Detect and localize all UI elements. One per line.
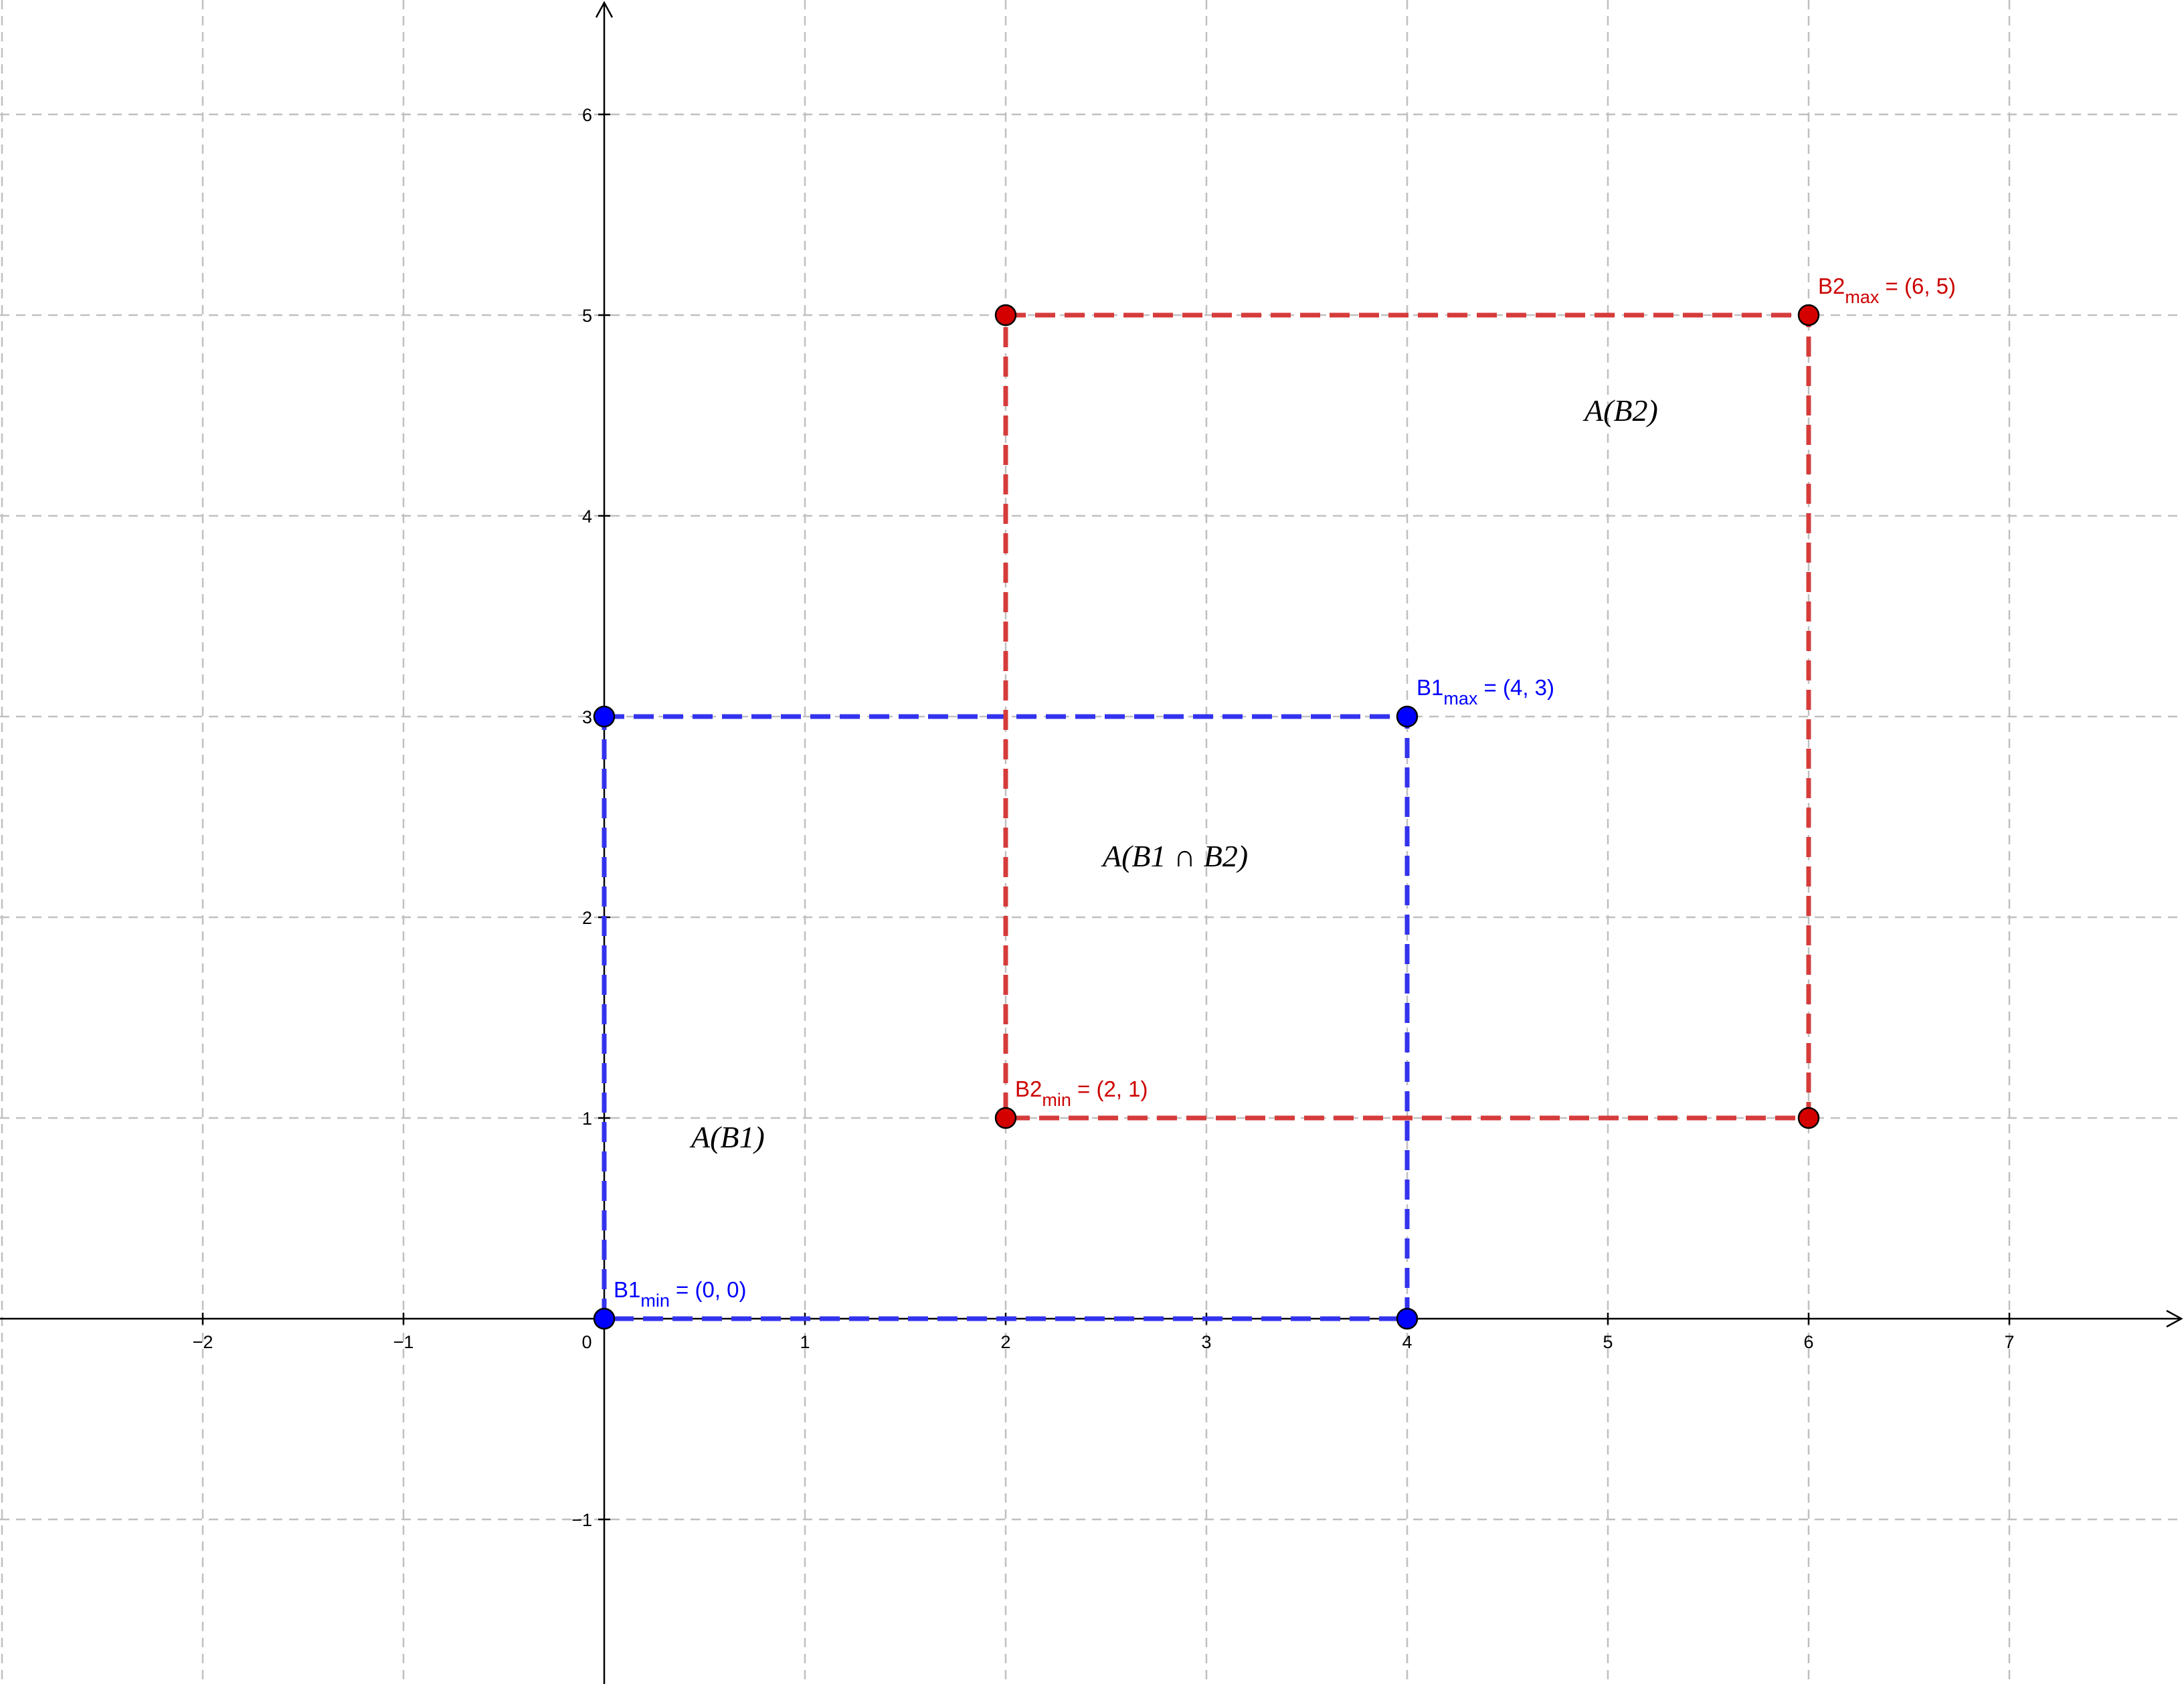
corner-point (1396, 705, 1419, 728)
geometry-canvas: −2 −1 0 1 2 3 4 5 6 7 −1 1 2 3 4 5 6 B1min = (0, 0) B1max… (0, 0, 2184, 1684)
x-tick-label: 0 (581, 1332, 592, 1352)
point-label-b1min: B1min = (0, 0) (614, 1277, 747, 1311)
y-tick-label: 2 (582, 908, 592, 928)
point-label-b1max: B1max = (4, 3) (1417, 675, 1554, 709)
x-tick-label: 1 (800, 1332, 810, 1352)
y-tick-label: 6 (582, 105, 592, 125)
x-tick-label: −1 (393, 1332, 414, 1352)
y-tick-label: 1 (582, 1109, 592, 1129)
point-label-b2min: B2min = (2, 1) (1015, 1077, 1148, 1110)
x-tick-label: 5 (1603, 1332, 1613, 1352)
x-tick-label: 3 (1201, 1332, 1211, 1352)
area-label-ab1: A(B1) (689, 1120, 765, 1154)
corner-point (593, 1307, 616, 1330)
corner-point (1797, 1107, 1820, 1129)
corner-point (593, 705, 616, 728)
x-tick-label: −2 (193, 1332, 213, 1352)
x-tick-label: 7 (2004, 1332, 2014, 1352)
corner-point (994, 304, 1017, 326)
y-tick-label: 5 (582, 306, 592, 326)
axes (0, 1, 2183, 1684)
annotations: B1min = (0, 0) B1max = (4, 3) B2min = (2, … (614, 274, 1956, 1311)
x-tick-label: 2 (1000, 1332, 1010, 1352)
corner-point (1396, 1307, 1419, 1330)
area-label-ab1b2: A(B1 ∩ B2) (1101, 839, 1248, 873)
y-tick-label: 3 (582, 707, 592, 727)
area-label-ab2: A(B2) (1582, 393, 1658, 428)
x-tick-label: 4 (1402, 1332, 1412, 1352)
corner-point (1797, 304, 1820, 326)
y-tick-label: −1 (571, 1510, 592, 1530)
corner-point (994, 1107, 1017, 1129)
grid (0, 0, 2184, 1684)
y-tick-label: 4 (582, 506, 592, 527)
x-tick-label: 6 (1803, 1332, 1813, 1352)
point-label-b2max: B2max = (6, 5) (1818, 274, 1956, 307)
coordinate-plane: −2 −1 0 1 2 3 4 5 6 7 −1 1 2 3 4 5 6 B1min = (0, 0) B1max… (0, 0, 2184, 1684)
